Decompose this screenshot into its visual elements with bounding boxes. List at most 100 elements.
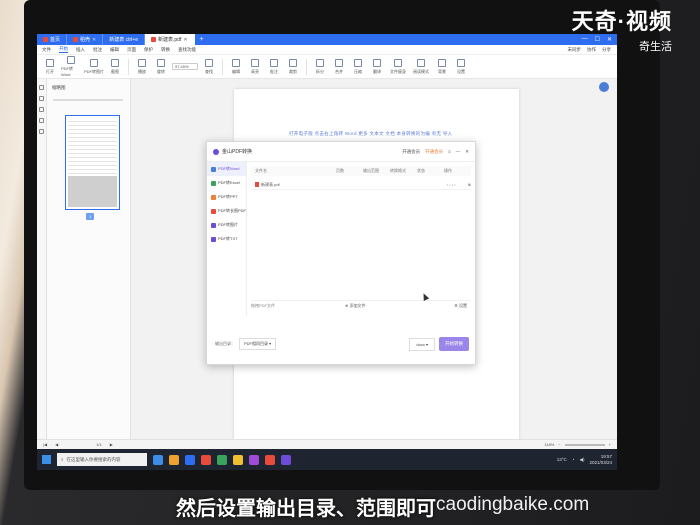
maximize-icon[interactable]: ☐: [595, 36, 600, 43]
attachment-icon[interactable]: [39, 129, 44, 134]
slim-button[interactable]: 文件瘦身: [388, 58, 408, 75]
thumbnail-size-slider[interactable]: [53, 99, 123, 101]
taskbar-app-1[interactable]: [153, 454, 163, 465]
search-icon[interactable]: [39, 118, 44, 123]
nav-prev-icon[interactable]: ◀: [55, 442, 58, 447]
start-convert-button[interactable]: 开始转换: [439, 337, 469, 351]
play-button[interactable]: 播放: [134, 58, 150, 75]
comment-icon[interactable]: [39, 107, 44, 112]
dialog-tool-1[interactable]: 开通会员: [402, 149, 420, 155]
new-tab-button[interactable]: +: [195, 36, 209, 43]
taskbar-search[interactable]: ⌕ 在这里输入你要搜索的内容: [57, 453, 147, 466]
pdf-to-image-button[interactable]: PDF转图片: [84, 58, 104, 75]
minimize-icon[interactable]: —: [456, 149, 461, 154]
output-dir-label: 输出目录：: [215, 341, 235, 346]
compress-button[interactable]: 压缩: [350, 58, 366, 75]
clock[interactable]: 19:57 2021/03/24: [589, 454, 612, 466]
share-button[interactable]: 分享: [602, 47, 611, 53]
tab-docer[interactable]: 稻壳 ✕: [67, 34, 104, 45]
page-thumbnail[interactable]: [65, 115, 120, 210]
system-tray: 13°C ◔ ◀) 19:57 2021/03/24: [557, 454, 612, 466]
find-button[interactable]: 查找: [201, 58, 217, 75]
add-files-button[interactable]: ⊕ 添加文件: [345, 303, 365, 309]
highlight-button[interactable]: 高亮: [247, 58, 263, 75]
close-window-icon[interactable]: ✕: [607, 36, 612, 43]
screenshot-button[interactable]: 截图: [107, 58, 123, 75]
rotate-button[interactable]: 旋转: [153, 58, 169, 75]
minimize-icon[interactable]: —: [582, 36, 588, 43]
annotate-button[interactable]: 批注: [266, 58, 282, 75]
weather-temp[interactable]: 13°C: [557, 457, 567, 462]
bookmark-icon[interactable]: [39, 96, 44, 101]
menu-edit[interactable]: 编辑: [110, 47, 119, 53]
table-row[interactable]: 新建表.pdf • • • • ⊗: [251, 180, 471, 190]
tab-new[interactable]: 新建表 ctrl+e: [103, 34, 145, 45]
network-icon[interactable]: ◔: [572, 457, 575, 462]
file-table: 文件名 页数 输出范围 转换格式 状态 操作 新建表.pdf • • • • ⊗: [251, 166, 471, 190]
convert-type-long-image[interactable]: PDF转长图PDF: [207, 204, 246, 218]
menu-insert[interactable]: 插入: [76, 47, 85, 53]
tab-pdf[interactable]: 新建表.pdf ✕: [145, 34, 195, 45]
settings-button[interactable]: 设置: [453, 58, 469, 75]
convert-type-word[interactable]: PDF转Word: [207, 162, 246, 176]
taskbar-app-6[interactable]: [233, 454, 243, 465]
format-select[interactable]: docx ▾: [409, 337, 435, 351]
convert-type-txt[interactable]: PDF转TXT: [207, 232, 246, 246]
zoom-value[interactable]: 118%: [544, 442, 554, 447]
windows-start-icon[interactable]: [42, 455, 51, 464]
delete-icon[interactable]: ⊗: [468, 182, 471, 187]
output-dir-select[interactable]: PDF相同目录 ▾: [239, 338, 277, 350]
file-name-cell: 新建表.pdf: [255, 182, 375, 188]
settings-link[interactable]: ⚙ 设置: [454, 303, 471, 309]
taskbar-app-3[interactable]: [185, 454, 195, 465]
close-icon[interactable]: ✕: [183, 37, 187, 43]
taskbar-app-4[interactable]: [201, 454, 211, 465]
crop-button[interactable]: 裁剪: [285, 58, 301, 75]
convert-type-excel[interactable]: PDF转Excel: [207, 176, 246, 190]
menu-home[interactable]: 开始: [59, 46, 68, 53]
pdf-to-word-button[interactable]: PDF转Word: [61, 56, 81, 77]
background-button[interactable]: 背景: [434, 58, 450, 75]
taskbar-app-9[interactable]: [281, 454, 291, 465]
read-mode-button[interactable]: 阅读模式: [411, 58, 431, 75]
tab-home[interactable]: 首页: [37, 34, 68, 45]
menu-convert[interactable]: 转换: [161, 47, 170, 53]
zoom-in-icon[interactable]: +: [609, 442, 611, 447]
convert-type-image[interactable]: PDF转图片: [207, 218, 246, 232]
taskbar-app-7[interactable]: [249, 454, 259, 465]
nav-next-icon[interactable]: ▶: [110, 442, 113, 447]
taskbar-app-5[interactable]: [217, 454, 227, 465]
thumbnail-icon[interactable]: [39, 85, 44, 90]
search-icon: ⌕: [61, 457, 64, 462]
zoom-out-icon[interactable]: −: [558, 442, 560, 447]
menu-comment[interactable]: 批注: [93, 47, 102, 53]
translate-button[interactable]: 翻译: [369, 58, 385, 75]
taskbar-app-2[interactable]: [169, 454, 179, 465]
zoom-slider[interactable]: [564, 443, 605, 446]
page-indicator[interactable]: 1/1: [96, 442, 102, 447]
menu-file[interactable]: 文件: [42, 47, 51, 53]
menu-protect[interactable]: 保护: [144, 47, 153, 53]
video-caption: 然后设置输出目录、范围即可: [176, 498, 436, 520]
merge-button[interactable]: 合并: [331, 58, 347, 75]
thumbnail-page-label: 1: [86, 213, 95, 220]
search-icon: [205, 58, 213, 67]
menu-page[interactable]: 页面: [127, 47, 136, 53]
close-icon[interactable]: ✕: [92, 37, 96, 43]
open-button[interactable]: 打开: [42, 58, 58, 75]
edit-button[interactable]: 编辑: [228, 58, 244, 75]
sync-status[interactable]: 未同步: [568, 47, 582, 53]
nav-first-icon[interactable]: |◀: [43, 442, 47, 447]
table-header: 文件名 页数 输出范围 转换格式 状态 操作: [251, 166, 471, 176]
taskbar-app-8[interactable]: [265, 454, 275, 465]
volume-icon[interactable]: ◀): [580, 457, 585, 463]
vip-button[interactable]: 开通会员: [425, 149, 443, 155]
convert-type-ppt[interactable]: PDF转PPT: [207, 190, 246, 204]
menu-search[interactable]: 查找功能: [178, 47, 196, 53]
collab-button[interactable]: 协作: [587, 47, 596, 53]
split-button[interactable]: 拆分: [312, 58, 328, 75]
zoom-field[interactable]: 97.45%: [172, 63, 198, 70]
assistant-float-button[interactable]: [599, 82, 609, 92]
menu-icon[interactable]: ≡: [448, 149, 451, 154]
close-icon[interactable]: ✕: [465, 149, 469, 155]
